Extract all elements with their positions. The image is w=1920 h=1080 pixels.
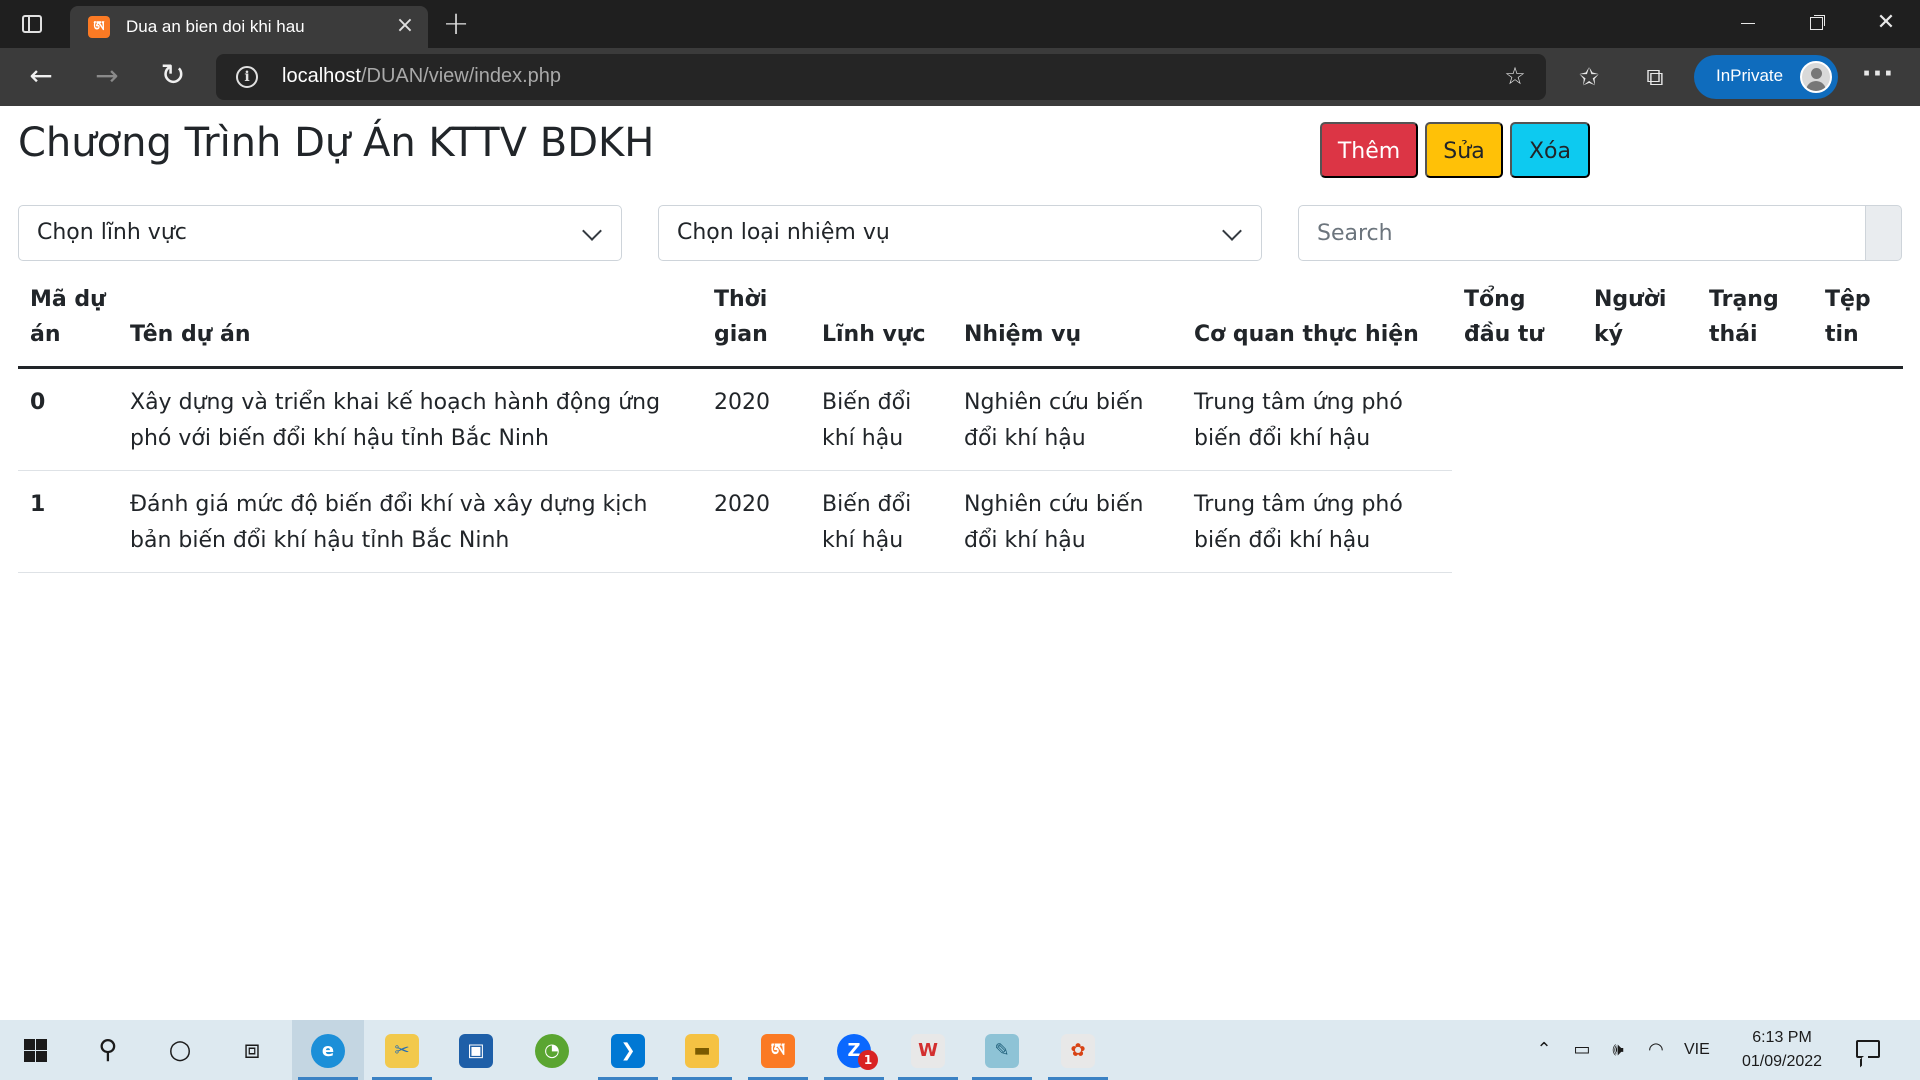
projects-table: Mã dự án Tên dự án Thời gian Lĩnh vực Nh… bbox=[18, 272, 1903, 573]
site-info-icon[interactable]: i bbox=[236, 66, 258, 88]
reload-icon[interactable]: ↻ bbox=[156, 60, 190, 94]
page-title: Chương Trình Dự Án KTTV BDKH bbox=[18, 120, 655, 166]
notepad-icon[interactable]: ✎ bbox=[966, 1020, 1038, 1080]
chevron-down-icon bbox=[1222, 221, 1242, 241]
url-path: /DUAN/view/index.php bbox=[360, 65, 562, 87]
cell-status bbox=[1697, 471, 1813, 573]
cell-field: Biến đổi khí hậu bbox=[810, 367, 952, 471]
header-id[interactable]: Mã dự án bbox=[18, 272, 118, 369]
add-button[interactable]: Thêm bbox=[1320, 122, 1418, 178]
tab-actions-icon[interactable] bbox=[18, 11, 46, 37]
forward-arrow-icon[interactable]: → bbox=[90, 60, 124, 94]
header-time[interactable]: Thời gian bbox=[702, 272, 810, 369]
edge-icon[interactable]: e bbox=[292, 1020, 364, 1080]
file-explorer-icon[interactable]: ▬ bbox=[666, 1020, 738, 1080]
field-select[interactable]: Chọn lĩnh vực bbox=[18, 205, 622, 261]
tab-title: Dua an bien doi khi hau bbox=[126, 17, 305, 36]
search-input[interactable] bbox=[1298, 205, 1866, 261]
header-status[interactable]: Trạng thái bbox=[1697, 272, 1813, 369]
snipping-icon[interactable]: ✂ bbox=[366, 1020, 438, 1080]
url-text[interactable]: localhost/DUAN/view/index.php bbox=[282, 65, 561, 88]
virtualbox-icon[interactable]: ▣ bbox=[440, 1020, 512, 1080]
cell-signer bbox=[1582, 471, 1697, 573]
inprivate-button[interactable]: InPrivate bbox=[1694, 55, 1838, 99]
cell-name: Xây dựng và triển khai kế hoạch hành độn… bbox=[118, 367, 702, 471]
task-view-icon[interactable]: ⧈ bbox=[216, 1020, 288, 1080]
field-select-value: Chọn lĩnh vực bbox=[37, 220, 187, 245]
xampp-icon[interactable]: ཨ bbox=[742, 1020, 814, 1080]
chevron-down-icon bbox=[582, 221, 602, 241]
cell-task: Nghiên cứu biến đổi khí hậu bbox=[952, 367, 1182, 471]
edit-button[interactable]: Sửa bbox=[1425, 122, 1503, 178]
notification-center-icon[interactable] bbox=[1852, 1036, 1882, 1068]
zalo-icon[interactable]: Z 1 bbox=[818, 1020, 890, 1080]
paint-icon[interactable]: ✿ bbox=[1042, 1020, 1114, 1080]
clock-date: 01/09/2022 bbox=[1741, 1053, 1823, 1070]
add-favorite-icon[interactable]: ☆ bbox=[1502, 64, 1528, 90]
back-arrow-icon[interactable]: ← bbox=[24, 60, 58, 94]
inprivate-label: InPrivate bbox=[1716, 66, 1784, 85]
header-investment[interactable]: Tổng đầu tư bbox=[1452, 272, 1582, 369]
start-icon[interactable] bbox=[0, 1020, 72, 1080]
url-host: localhost bbox=[282, 65, 361, 87]
cell-name: Đánh giá mức độ biến đổi khí và xây dựng… bbox=[118, 470, 702, 573]
close-window-icon[interactable]: ✕ bbox=[1852, 0, 1920, 48]
cell-field: Biến đổi khí hậu bbox=[810, 470, 952, 573]
task-type-select[interactable]: Chọn loại nhiệm vụ bbox=[658, 205, 1262, 261]
cell-investment bbox=[1452, 368, 1582, 471]
cell-file bbox=[1813, 471, 1903, 573]
cell-id: 0 bbox=[18, 367, 118, 471]
restore-icon[interactable] bbox=[1782, 0, 1850, 48]
coccoc-icon[interactable]: ◔ bbox=[516, 1020, 588, 1080]
collections-icon[interactable]: ⧉ bbox=[1638, 60, 1672, 94]
clock-time: 6:13 PM bbox=[1752, 1029, 1812, 1046]
battery-icon[interactable]: ▭ bbox=[1568, 1038, 1596, 1062]
browser-toolbar: ← → ↻ i localhost/DUAN/view/index.php ☆ … bbox=[0, 48, 1920, 106]
header-name[interactable]: Tên dự án bbox=[118, 272, 702, 369]
cell-status bbox=[1697, 368, 1813, 471]
more-options-icon[interactable]: ··· bbox=[1860, 60, 1896, 94]
cell-task: Nghiên cứu biến đổi khí hậu bbox=[952, 470, 1182, 573]
search-icon[interactable]: ⚲ bbox=[72, 1020, 144, 1080]
show-hidden-icons-icon[interactable]: ⌃ bbox=[1534, 1038, 1554, 1062]
wps-icon[interactable]: W bbox=[892, 1020, 964, 1080]
search-button[interactable] bbox=[1866, 205, 1902, 261]
zalo-badge: 1 bbox=[858, 1050, 878, 1070]
header-signer[interactable]: Người ký bbox=[1582, 272, 1697, 369]
volume-icon[interactable]: 🕪 bbox=[1604, 1038, 1632, 1062]
browser-tab[interactable]: ཨ Dua an bien doi khi hau × bbox=[70, 6, 428, 48]
cell-agency: Trung tâm ứng phó biến đổi khí hậu bbox=[1182, 470, 1452, 573]
language-indicator[interactable]: VIE bbox=[1684, 1038, 1710, 1062]
clock[interactable]: 6:13 PM 01/09/2022 bbox=[1730, 1026, 1834, 1074]
header-field[interactable]: Lĩnh vực bbox=[810, 272, 952, 369]
delete-button[interactable]: Xóa bbox=[1510, 122, 1590, 178]
xampp-favicon-icon: ཨ bbox=[88, 16, 110, 38]
cell-file bbox=[1813, 368, 1903, 471]
page-content: Chương Trình Dự Án KTTV BDKH Thêm Sửa Xó… bbox=[0, 106, 1920, 1020]
favorites-icon[interactable]: ✩ bbox=[1572, 60, 1606, 94]
cell-time: 2020 bbox=[702, 470, 810, 573]
vscode-icon[interactable]: ❯ bbox=[592, 1020, 664, 1080]
cell-id: 1 bbox=[18, 470, 118, 573]
table-row[interactable]: 1 Đánh giá mức độ biến đổi khí và xây dự… bbox=[18, 470, 1903, 573]
table-header-row: Mã dự án Tên dự án Thời gian Lĩnh vực Nh… bbox=[18, 272, 1903, 369]
cell-agency: Trung tâm ứng phó biến đổi khí hậu bbox=[1182, 367, 1452, 471]
cell-signer bbox=[1582, 368, 1697, 471]
header-file[interactable]: Tệp tin bbox=[1813, 272, 1903, 369]
new-tab-icon[interactable]: + bbox=[440, 7, 472, 40]
header-task[interactable]: Nhiệm vụ bbox=[952, 272, 1182, 369]
browser-tab-bar: ཨ Dua an bien doi khi hau × + ✕ bbox=[0, 0, 1920, 48]
header-agency[interactable]: Cơ quan thực hiện bbox=[1182, 272, 1452, 369]
task-select-value: Chọn loại nhiệm vụ bbox=[677, 220, 890, 245]
cell-time: 2020 bbox=[702, 367, 810, 471]
cortana-icon[interactable]: ○ bbox=[144, 1020, 216, 1080]
tab-close-icon[interactable]: × bbox=[394, 15, 416, 37]
wifi-icon[interactable]: ◠ bbox=[1642, 1038, 1670, 1062]
profile-avatar-icon bbox=[1800, 61, 1832, 93]
cell-investment bbox=[1452, 471, 1582, 573]
address-bar[interactable]: i localhost/DUAN/view/index.php ☆ bbox=[216, 54, 1546, 100]
minimize-icon[interactable] bbox=[1714, 0, 1782, 48]
table-row[interactable]: 0 Xây dựng và triển khai kế hoạch hành đ… bbox=[18, 367, 1903, 471]
windows-taskbar: ⚲ ○ ⧈ e ✂ ▣ ◔ ❯ ▬ ཨ Z 1 W ✎ ✿ ⌃ ▭ 🕪 ◠ VI… bbox=[0, 1020, 1920, 1080]
